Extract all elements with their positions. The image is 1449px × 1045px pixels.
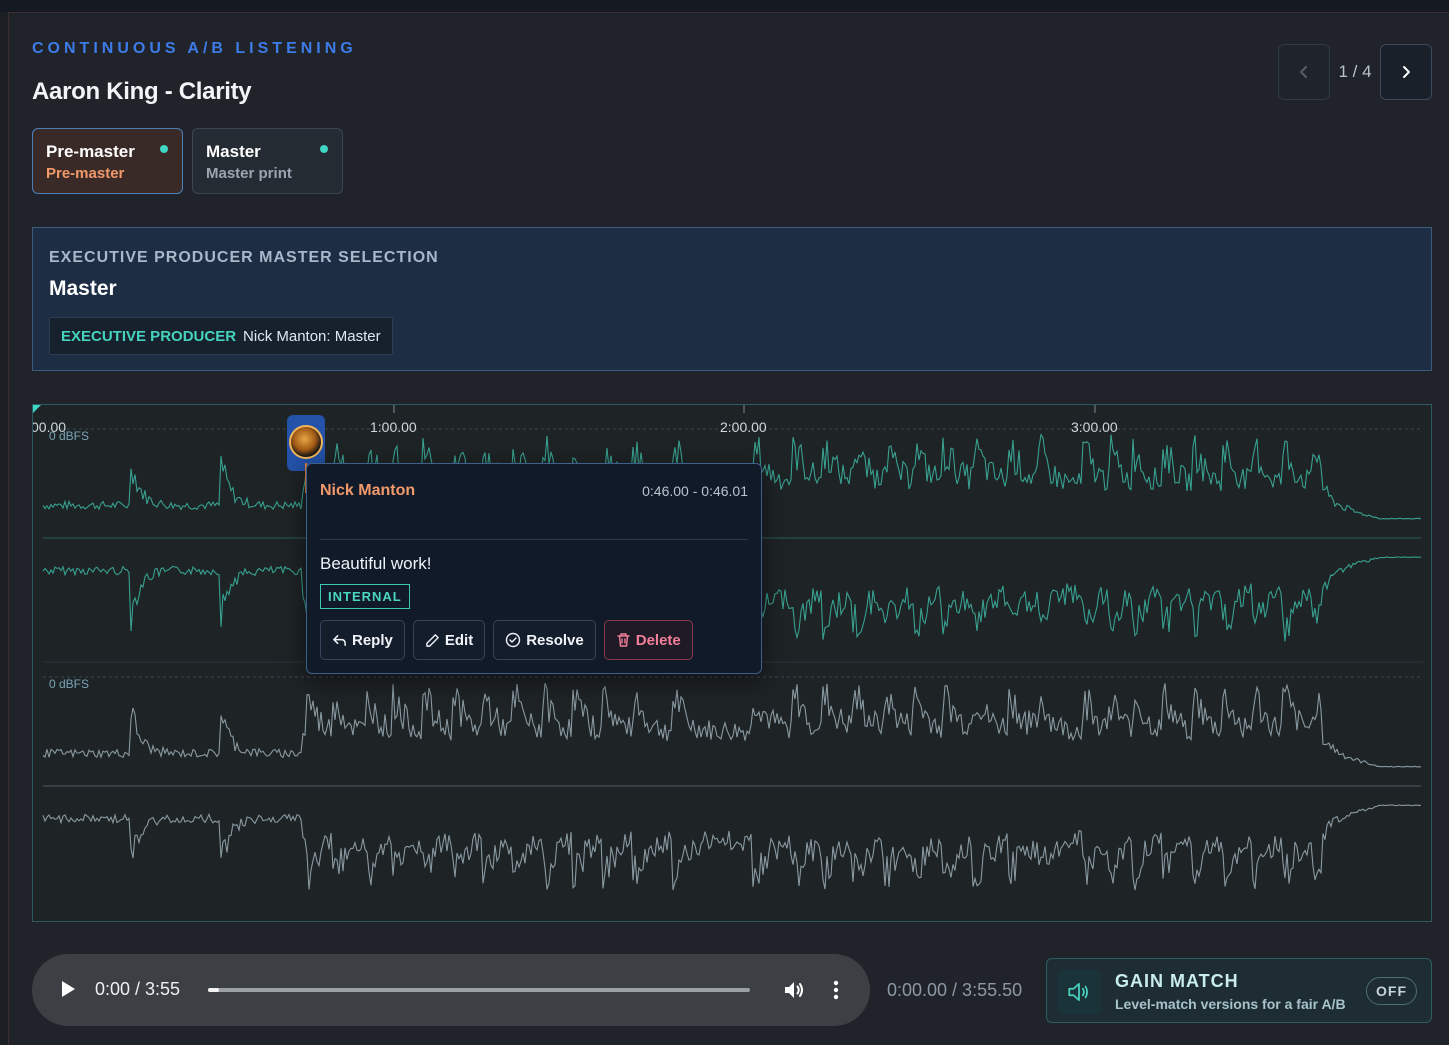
audio-player: 0:00 / 3:55 [32, 954, 870, 1026]
play-icon [62, 981, 75, 997]
player-time: 0:00 / 3:55 [95, 979, 181, 999]
more-vertical-icon [833, 980, 839, 1000]
track-counter: 1 / 4 [1338, 62, 1372, 81]
executive-selection-label: EXECUTIVE PRODUCER MASTER SELECTION [49, 249, 439, 266]
comment-author: Nick Manton [320, 482, 416, 499]
timecode-readout: 0:00.00 / 3:55.50 [887, 980, 1023, 1000]
speaker-icon [1068, 983, 1088, 1001]
comment-popover: Nick Manton 0:46.00 - 0:46.01 Beautiful … [306, 463, 762, 674]
delete-label: Delete [635, 631, 681, 649]
version-status-dot [320, 145, 328, 153]
avatar [289, 425, 323, 459]
play-button[interactable] [60, 980, 76, 1003]
master-waveform-upper [42, 683, 1422, 768]
version-status-dot [160, 145, 168, 153]
more-options-button[interactable] [832, 978, 840, 1007]
version-subtitle: Master print [206, 165, 292, 182]
time-tick-label: 3:00.00 [1071, 419, 1118, 435]
version-name: Pre-master [46, 142, 135, 161]
bottom-dbfs-label: 0 dBFS [49, 677, 90, 691]
comment-body: Beautiful work! [320, 554, 432, 573]
seek-progress [208, 988, 219, 992]
start-marker [33, 405, 41, 413]
pencil-icon [426, 633, 439, 647]
chevron-right-icon [1403, 66, 1410, 78]
volume-button[interactable] [782, 978, 806, 1007]
chevron-left-icon [1300, 66, 1307, 78]
comment-time-range: 0:46.00 - 0:46.01 [642, 483, 748, 499]
speaker-icon-box [1057, 970, 1101, 1014]
reply-icon [333, 634, 346, 646]
volume-icon [785, 982, 803, 998]
previous-track-button[interactable] [1278, 44, 1330, 100]
executive-selection-value: Master [49, 277, 117, 300]
reply-label: Reply [352, 631, 393, 649]
edit-button[interactable]: Edit [412, 620, 486, 660]
top-strip [0, 0, 1449, 12]
gain-match-title: GAIN MATCH [1115, 971, 1239, 991]
executive-producer-chip: EXECUTIVE PRODUCER Nick Manton: Master [49, 317, 393, 355]
chip-text: Nick Manton: Master [243, 327, 381, 345]
divider [320, 539, 748, 540]
resolve-label: Resolve [526, 631, 584, 649]
gain-match-description: Level-match versions for a fair A/B [1115, 996, 1346, 1012]
player-seek-bar[interactable] [208, 988, 750, 992]
version-card-master[interactable]: Master Master print [192, 128, 343, 194]
master-waveform-lower [42, 804, 1422, 891]
track-pager: 1 / 4 [1278, 44, 1432, 100]
chip-role: EXECUTIVE PRODUCER [61, 327, 237, 345]
gain-match-toggle[interactable]: OFF [1366, 977, 1417, 1005]
next-track-button[interactable] [1380, 44, 1432, 100]
version-subtitle: Pre-master [46, 165, 125, 182]
delete-button[interactable]: Delete [603, 620, 693, 660]
check-circle-icon [506, 632, 521, 648]
resolve-button[interactable]: Resolve [493, 620, 596, 660]
time-tick-label: 1:00.00 [370, 419, 417, 435]
top-dbfs-label: 0 dBFS [49, 429, 90, 443]
comment-actions: Reply Edit Resolve Delete [320, 620, 693, 660]
reply-button[interactable]: Reply [320, 620, 405, 660]
time-tick-label: 2:00.00 [720, 419, 767, 435]
track-title: Aaron King - Clarity [32, 78, 252, 105]
executive-selection-panel: EXECUTIVE PRODUCER MASTER SELECTION Mast… [32, 227, 1432, 371]
gain-match-panel: GAIN MATCH Level-match versions for a fa… [1046, 958, 1432, 1023]
edit-label: Edit [444, 631, 474, 649]
trash-icon [617, 633, 630, 647]
visibility-badge: INTERNAL [320, 584, 410, 609]
version-card-pre-master[interactable]: Pre-master Pre-master [32, 128, 183, 194]
section-eyebrow: CONTINUOUS A/B LISTENING [32, 40, 357, 57]
version-name: Master [206, 142, 261, 161]
